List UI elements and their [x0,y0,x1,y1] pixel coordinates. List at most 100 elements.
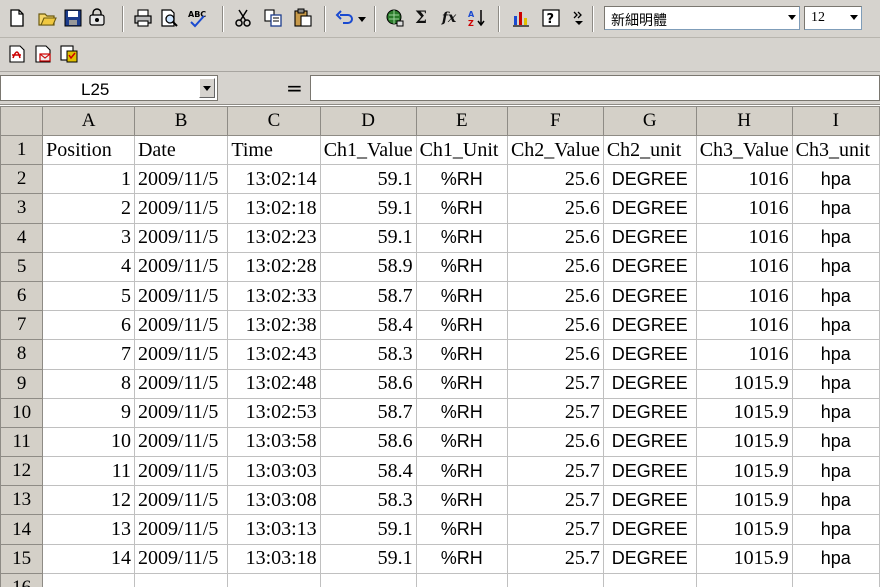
cell-F12[interactable]: 25.7 [506,456,604,487]
cell-I5[interactable]: hpa [791,251,880,282]
convert-to-pdf-icon[interactable] [6,43,28,65]
cell-G10[interactable]: DEGREE [602,397,697,428]
cell-H16[interactable] [695,572,793,587]
cell-H1[interactable]: Ch3_Value [695,134,793,166]
cell-C16[interactable] [227,572,321,587]
paste-icon[interactable] [292,7,314,29]
cell-D12[interactable]: 58.4 [319,456,417,487]
cell-H3[interactable]: 1016 [695,193,793,224]
cut-icon[interactable] [232,7,254,29]
cell-B3[interactable]: 2009/11/5 [133,193,229,224]
undo-dropdown-icon[interactable] [356,7,368,29]
cell-A8[interactable]: 7 [42,339,135,370]
cell-C6[interactable]: 13:02:33 [227,280,321,312]
cell-F15[interactable]: 25.7 [506,543,604,574]
cell-E1[interactable]: Ch1_Unit [415,134,508,166]
row-header[interactable]: 11 [0,426,44,458]
convert-and-email-icon[interactable] [32,43,54,65]
cell-G16[interactable] [602,572,697,587]
spelling-icon[interactable]: ABC [186,7,208,29]
cell-F10[interactable]: 25.7 [506,397,604,428]
cell-D8[interactable]: 58.3 [319,339,417,370]
row-header[interactable]: 12 [0,456,44,487]
cell-C2[interactable]: 13:02:14 [227,164,321,195]
cell-B9[interactable]: 2009/11/5 [133,368,229,399]
cell-B4[interactable]: 2009/11/5 [133,222,229,253]
chart-wizard-icon[interactable] [510,7,532,29]
open-icon[interactable] [36,7,58,29]
cell-D15[interactable]: 59.1 [319,543,417,574]
cell-D13[interactable]: 58.3 [319,485,417,516]
cell-E10[interactable]: %RH [415,397,508,428]
cell-I3[interactable]: hpa [791,193,880,224]
cell-G15[interactable]: DEGREE [602,543,697,574]
cell-H14[interactable]: 1015.9 [695,514,793,545]
row-header[interactable]: 13 [0,485,44,516]
formula-input[interactable] [310,75,880,101]
cell-A6[interactable]: 5 [42,280,135,312]
cell-I13[interactable]: hpa [791,485,880,516]
cell-A4[interactable]: 3 [42,222,135,253]
cell-H15[interactable]: 1015.9 [695,543,793,574]
cell-F8[interactable]: 25.6 [506,339,604,370]
cell-I11[interactable]: hpa [791,426,880,458]
cell-F4[interactable]: 25.6 [506,222,604,253]
cell-I14[interactable]: hpa [791,514,880,545]
cell-G8[interactable]: DEGREE [602,339,697,370]
cell-C9[interactable]: 13:02:48 [227,368,321,399]
cell-A9[interactable]: 8 [42,368,135,399]
cell-G6[interactable]: DEGREE [602,280,697,312]
cell-G12[interactable]: DEGREE [602,456,697,487]
cell-I12[interactable]: hpa [791,456,880,487]
cell-E3[interactable]: %RH [415,193,508,224]
chevron-down-icon[interactable] [850,15,858,20]
cell-H8[interactable]: 1016 [695,339,793,370]
cell-G3[interactable]: DEGREE [602,193,697,224]
cell-B5[interactable]: 2009/11/5 [133,251,229,282]
cell-F5[interactable]: 25.6 [506,251,604,282]
cell-H13[interactable]: 1015.9 [695,485,793,516]
copy-icon[interactable] [262,7,284,29]
cell-H2[interactable]: 1016 [695,164,793,195]
cell-B14[interactable]: 2009/11/5 [133,514,229,545]
row-header[interactable]: 5 [0,251,44,282]
cell-H5[interactable]: 1016 [695,251,793,282]
cell-H10[interactable]: 1015.9 [695,397,793,428]
row-header[interactable]: 7 [0,310,44,341]
cell-C4[interactable]: 13:02:23 [227,222,321,253]
cell-C1[interactable]: Time [227,134,321,166]
cell-H9[interactable]: 1015.9 [695,368,793,399]
cell-B11[interactable]: 2009/11/5 [133,426,229,458]
cell-G4[interactable]: DEGREE [602,222,697,253]
autosum-icon[interactable]: Σ [410,7,432,29]
cell-C3[interactable]: 13:02:18 [227,193,321,224]
cell-A7[interactable]: 6 [42,310,135,341]
row-header[interactable]: 2 [0,164,44,195]
column-header[interactable]: E [415,106,508,136]
cell-D5[interactable]: 58.9 [319,251,417,282]
cell-A2[interactable]: 1 [42,164,135,195]
cell-G14[interactable]: DEGREE [602,514,697,545]
cell-C8[interactable]: 13:02:43 [227,339,321,370]
cell-H11[interactable]: 1015.9 [695,426,793,458]
cell-D3[interactable]: 59.1 [319,193,417,224]
cell-E6[interactable]: %RH [415,280,508,312]
cell-E13[interactable]: %RH [415,485,508,516]
undo-icon[interactable] [334,7,356,29]
row-header[interactable]: 6 [0,280,44,312]
column-header[interactable]: D [319,106,417,136]
cell-F1[interactable]: Ch2_Value [506,134,604,166]
column-header[interactable]: H [695,106,793,136]
cell-I7[interactable]: hpa [791,310,880,341]
cell-G5[interactable]: DEGREE [602,251,697,282]
select-all-corner[interactable] [0,106,44,136]
cell-G1[interactable]: Ch2_unit [602,134,697,166]
cell-F11[interactable]: 25.6 [506,426,604,458]
cell-A12[interactable]: 11 [42,456,135,487]
cell-C7[interactable]: 13:02:38 [227,310,321,341]
column-header[interactable]: I [791,106,880,136]
row-header[interactable]: 15 [0,543,44,574]
name-box-dropdown-icon[interactable] [199,78,215,98]
cell-B1[interactable]: Date [133,134,229,166]
font-name-select[interactable]: 新細明體 [604,6,800,30]
